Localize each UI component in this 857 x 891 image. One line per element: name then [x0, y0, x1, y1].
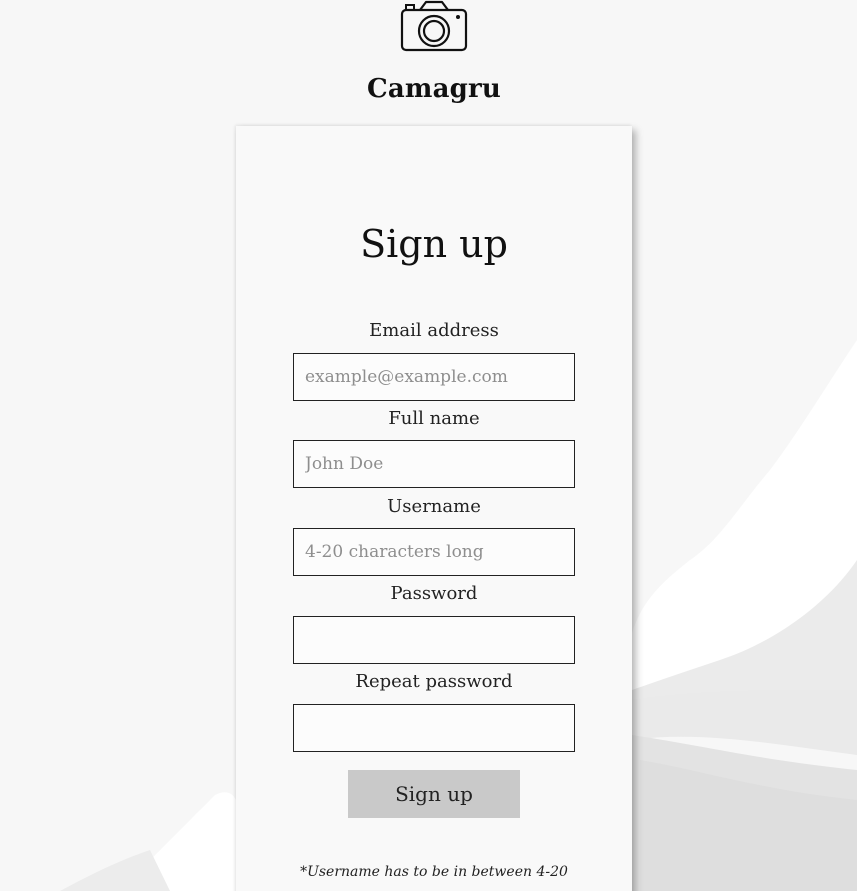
full-name-label: Full name [388, 408, 480, 429]
username-label: Username [387, 496, 481, 517]
full-name-field[interactable] [293, 440, 575, 488]
repeat-password-label: Repeat password [355, 671, 513, 692]
form-heading: Sign up [360, 222, 508, 266]
site-title[interactable]: Camagru [0, 74, 857, 104]
username-field[interactable] [293, 528, 575, 576]
password-field[interactable] [293, 616, 575, 664]
email-field[interactable] [293, 353, 575, 401]
repeat-password-field[interactable] [293, 704, 575, 752]
sign-up-button[interactable]: Sign up [348, 770, 520, 818]
camera-icon[interactable] [398, 0, 470, 54]
username-footnote: *Username has to be in between 4-20 [300, 864, 568, 880]
password-label: Password [390, 583, 478, 604]
signup-card: Sign up Email address Full name Username… [236, 126, 632, 891]
email-label: Email address [369, 320, 499, 341]
